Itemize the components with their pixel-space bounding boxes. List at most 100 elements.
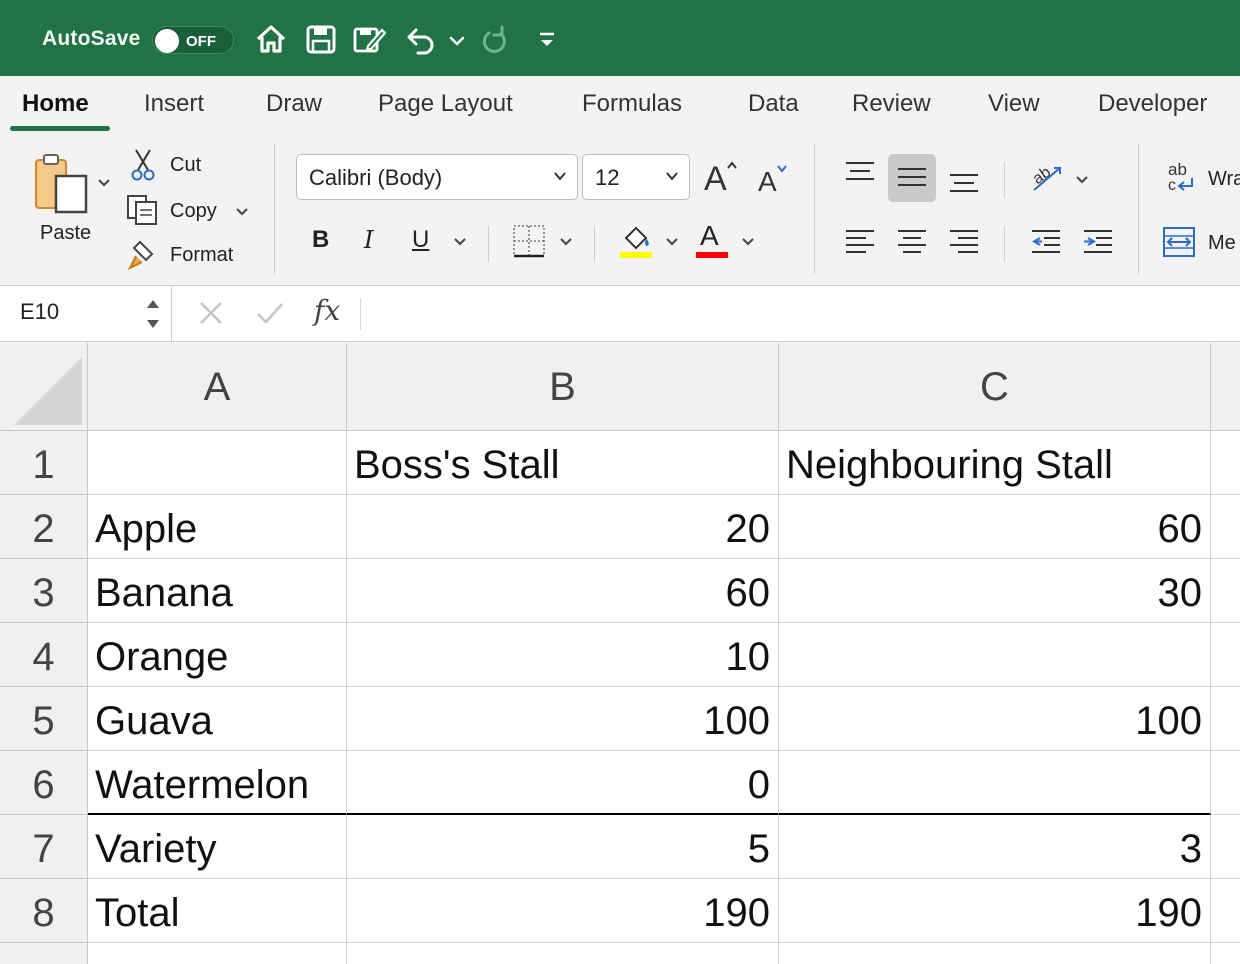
row-header[interactable]: 6: [0, 751, 88, 815]
name-box[interactable]: E10: [0, 286, 172, 342]
empty-cell[interactable]: [1211, 943, 1240, 964]
tab-data[interactable]: Data: [748, 90, 799, 118]
decrease-font-size-button[interactable]: A: [756, 160, 792, 197]
cell-d2[interactable]: [1211, 495, 1240, 559]
cell-d8[interactable]: [1211, 879, 1240, 943]
column-header-d[interactable]: [1211, 343, 1240, 431]
cut-button[interactable]: Cut: [126, 148, 256, 182]
cell-c5[interactable]: 100: [779, 687, 1211, 751]
borders-icon[interactable]: [512, 224, 546, 258]
cell-d1[interactable]: [1211, 431, 1240, 495]
font-name-select[interactable]: Calibri (Body): [296, 154, 578, 200]
insert-function-button[interactable]: fx: [314, 294, 340, 327]
borders-dropdown-icon[interactable]: [558, 234, 574, 250]
row-header[interactable]: 2: [0, 495, 88, 559]
tab-insert[interactable]: Insert: [144, 90, 204, 118]
cancel-entry-icon[interactable]: [196, 298, 226, 328]
cell-b1[interactable]: Boss's Stall: [347, 431, 779, 495]
row-header[interactable]: 8: [0, 879, 88, 943]
align-right-icon[interactable]: [948, 228, 980, 254]
cell-b5[interactable]: 100: [347, 687, 779, 751]
align-center-icon[interactable]: [896, 228, 928, 254]
text-orientation-dropdown-icon[interactable]: [1074, 172, 1090, 188]
merge-center-button[interactable]: Me: [1162, 224, 1240, 264]
name-box-stepper-icon[interactable]: [144, 294, 162, 334]
home-icon[interactable]: [254, 22, 288, 56]
cell-b4[interactable]: 10: [347, 623, 779, 687]
cell-b3[interactable]: 60: [347, 559, 779, 623]
cell-c2[interactable]: 60: [779, 495, 1211, 559]
cell-a5[interactable]: Guava: [88, 687, 347, 751]
row-header[interactable]: 3: [0, 559, 88, 623]
cell-a3[interactable]: Banana: [88, 559, 347, 623]
cell-a6[interactable]: Watermelon: [88, 751, 347, 815]
paste-button[interactable]: Paste: [30, 152, 110, 272]
customize-toolbar-icon[interactable]: [532, 22, 562, 56]
save-icon[interactable]: [304, 22, 338, 56]
increase-font-size-button[interactable]: A: [702, 156, 742, 198]
format-painter-button[interactable]: Format: [126, 236, 256, 272]
cell-d3[interactable]: [1211, 559, 1240, 623]
cell-a2[interactable]: Apple: [88, 495, 347, 559]
tab-view[interactable]: View: [988, 90, 1040, 118]
cell-d7[interactable]: [1211, 815, 1240, 879]
align-middle-button[interactable]: [888, 154, 936, 202]
cell-a4[interactable]: Orange: [88, 623, 347, 687]
bold-button[interactable]: B: [312, 226, 329, 254]
column-header-a[interactable]: A: [88, 343, 347, 431]
cell-d6[interactable]: [1211, 751, 1240, 815]
font-color-dropdown-icon[interactable]: [740, 234, 756, 250]
column-header-c[interactable]: C: [779, 343, 1211, 431]
wrap-text-button[interactable]: ab c Wra: [1162, 158, 1240, 198]
row-header[interactable]: 1: [0, 431, 88, 495]
text-orientation-icon[interactable]: ab: [1028, 160, 1066, 194]
cell-c7[interactable]: 3: [779, 815, 1211, 879]
cell-b2[interactable]: 20: [347, 495, 779, 559]
copy-dropdown-icon[interactable]: [234, 204, 250, 220]
fill-color-icon[interactable]: [618, 222, 654, 260]
empty-cell[interactable]: [779, 943, 1211, 964]
tab-draw[interactable]: Draw: [266, 90, 322, 118]
font-size-select[interactable]: 12: [582, 154, 690, 200]
cell-c6[interactable]: [779, 751, 1211, 815]
row-header[interactable]: 5: [0, 687, 88, 751]
align-bottom-icon[interactable]: [948, 170, 980, 194]
empty-cell[interactable]: [347, 943, 779, 964]
cell-d4[interactable]: [1211, 623, 1240, 687]
cell-b6[interactable]: 0: [347, 751, 779, 815]
tab-formulas[interactable]: Formulas: [582, 90, 682, 118]
cell-a7[interactable]: Variety: [88, 815, 347, 879]
cell-c3[interactable]: 30: [779, 559, 1211, 623]
decrease-indent-icon[interactable]: [1030, 228, 1062, 254]
cell-a1[interactable]: [88, 431, 347, 495]
cell-a8[interactable]: Total: [88, 879, 347, 943]
select-all-corner[interactable]: [0, 343, 88, 431]
empty-cell[interactable]: [88, 943, 347, 964]
cell-c1[interactable]: Neighbouring Stall: [779, 431, 1211, 495]
autosave-toggle[interactable]: OFF: [152, 26, 234, 54]
cell-c4[interactable]: [779, 623, 1211, 687]
confirm-entry-icon[interactable]: [254, 298, 286, 328]
fill-color-dropdown-icon[interactable]: [664, 234, 680, 250]
tab-page-layout[interactable]: Page Layout: [378, 90, 513, 118]
undo-dropdown-icon[interactable]: [444, 22, 470, 56]
tab-developer[interactable]: Developer: [1098, 90, 1207, 118]
align-top-icon[interactable]: [844, 160, 876, 184]
row-header[interactable]: 7: [0, 815, 88, 879]
cell-b7[interactable]: 5: [347, 815, 779, 879]
save-as-edit-icon[interactable]: [352, 22, 387, 56]
column-header-b[interactable]: B: [347, 343, 779, 431]
tab-home[interactable]: Home: [22, 90, 89, 118]
increase-indent-icon[interactable]: [1082, 228, 1114, 254]
copy-button[interactable]: Copy: [126, 192, 256, 226]
underline-dropdown-icon[interactable]: [452, 234, 468, 250]
cell-b8[interactable]: 190: [347, 879, 779, 943]
font-color-button[interactable]: A: [694, 220, 730, 260]
align-left-icon[interactable]: [844, 228, 876, 254]
underline-button[interactable]: U: [412, 226, 429, 254]
italic-button[interactable]: I: [364, 226, 373, 254]
row-header[interactable]: 4: [0, 623, 88, 687]
cell-d5[interactable]: [1211, 687, 1240, 751]
row-header[interactable]: [0, 943, 88, 964]
cell-c8[interactable]: 190: [779, 879, 1211, 943]
